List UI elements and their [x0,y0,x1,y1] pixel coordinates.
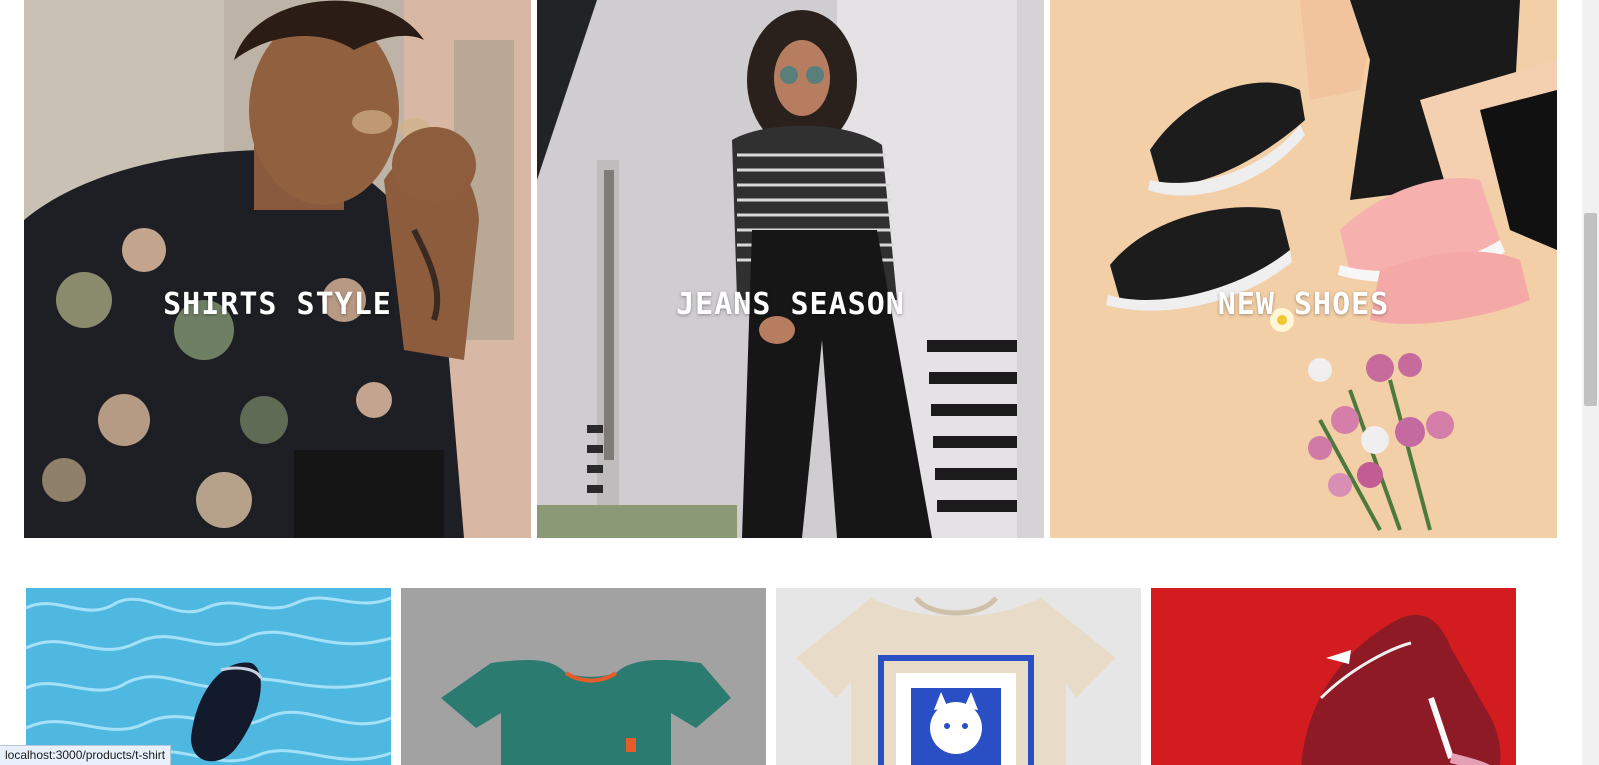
product-card-sneaker[interactable] [1151,588,1516,765]
product-card-tshirt-cat[interactable] [776,588,1141,765]
category-card-shirts[interactable]: SHIRTS STYLE [24,0,531,538]
product-card-sandal[interactable] [26,588,391,765]
shoes-photo [1050,0,1557,538]
cat-tshirt-photo [776,588,1141,765]
product-card-tshirt-teal[interactable] [401,588,766,765]
sneaker-photo [1151,588,1516,765]
category-card-jeans[interactable]: JEANS SEASON [537,0,1044,538]
scrollbar-thumb[interactable] [1584,213,1597,406]
sandal-photo [26,588,391,765]
product-grid [26,588,1516,765]
storefront-page: SHIRTS STYLE JEANS SEASON NEW SHOES loca… [0,0,1599,765]
jeans-photo [537,0,1044,538]
shirts-photo [24,0,531,538]
page-scrollbar[interactable] [1582,0,1599,765]
teal-tshirt-photo [401,588,766,765]
category-card-shoes[interactable]: NEW SHOES [1050,0,1557,538]
category-label-shoes: NEW SHOES [1217,287,1390,322]
category-label-jeans: JEANS SEASON [676,287,905,322]
category-banner-row: SHIRTS STYLE JEANS SEASON NEW SHOES [24,0,1559,538]
category-label-shirts: SHIRTS STYLE [163,287,392,322]
link-status-bar: localhost:3000/products/t-shirt [0,745,172,765]
